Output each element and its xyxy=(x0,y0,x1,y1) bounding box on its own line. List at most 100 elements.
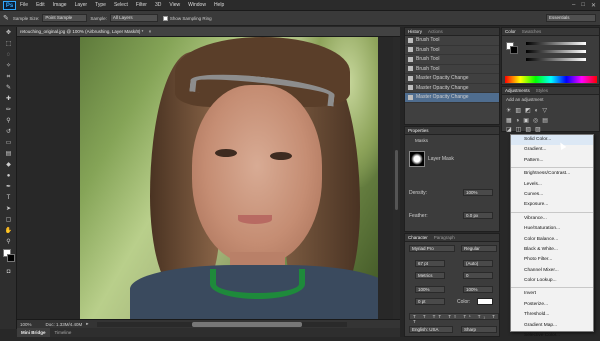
antialias-dropdown[interactable]: Sharp xyxy=(461,326,497,333)
adjustment-icons-row-1[interactable]: ☀▥◩◐▽ xyxy=(506,107,551,114)
feather-field[interactable]: 0.0 px xyxy=(463,212,493,219)
hand-tool-icon[interactable]: ✋ xyxy=(2,226,15,236)
menu-3d[interactable]: 3D xyxy=(155,2,161,8)
tab-mini-bridge[interactable]: Mini Bridge xyxy=(17,328,50,337)
menu-item[interactable]: Exposure... xyxy=(511,200,593,210)
bg-color-chip[interactable] xyxy=(510,46,518,54)
menu-item[interactable]: Posterize... xyxy=(511,300,593,310)
tracking-field[interactable]: 0 xyxy=(463,272,493,279)
eyedropper-tool-icon[interactable]: ✎ xyxy=(2,83,15,93)
dodge-tool-icon[interactable]: ● xyxy=(2,171,15,181)
menu-item[interactable]: Photo Filter... xyxy=(511,255,593,265)
slider-track-1[interactable] xyxy=(526,42,586,45)
color-swatches[interactable] xyxy=(2,249,15,265)
history-row[interactable]: Master Opacity Change xyxy=(405,93,499,103)
menu-item[interactable]: Threshold... xyxy=(511,310,593,320)
sample-size-dropdown[interactable]: Point Sample xyxy=(42,14,88,22)
menu-type[interactable]: Type xyxy=(95,2,106,8)
history-row[interactable]: Master Opacity Change xyxy=(405,74,499,84)
menu-item[interactable]: Gradient Map... xyxy=(511,321,593,331)
density-field[interactable]: 100% xyxy=(463,189,493,196)
menu-image[interactable]: Image xyxy=(53,2,67,8)
path-select-tool-icon[interactable]: ➤ xyxy=(2,204,15,214)
maximize-icon[interactable]: □ xyxy=(581,2,585,8)
menu-item[interactable]: Channel Mixer... xyxy=(511,266,593,276)
menu-item[interactable]: Curves... xyxy=(511,190,593,200)
show-ring-checkbox[interactable] xyxy=(162,15,168,21)
doc-size[interactable]: Doc: 1.33M/4.40M xyxy=(46,322,83,327)
zoom-level[interactable]: 100% xyxy=(20,322,32,327)
menu-item[interactable]: Gradient... xyxy=(511,145,593,155)
clone-stamp-tool-icon[interactable]: ⚲ xyxy=(2,116,15,126)
tab-history[interactable]: History xyxy=(405,28,425,36)
history-brush-tool-icon[interactable]: ↺ xyxy=(2,127,15,137)
slider-track-2[interactable] xyxy=(526,50,586,53)
baseline-field[interactable]: 0 pt xyxy=(415,298,445,305)
menu-view[interactable]: View xyxy=(169,2,180,8)
menu-item[interactable]: Color Balance... xyxy=(511,235,593,245)
menu-select[interactable]: Select xyxy=(114,2,128,8)
move-tool-icon[interactable]: ✥ xyxy=(2,28,15,38)
workspace-dropdown[interactable]: Essentials xyxy=(546,14,596,22)
adjustment-icons-row-3[interactable]: ◪◫▧▨ xyxy=(506,126,545,133)
menu-item[interactable]: Brightness/Contrast... xyxy=(511,169,593,179)
menu-item[interactable]: Pattern... xyxy=(511,156,593,166)
sample-dropdown[interactable]: All Layers xyxy=(109,14,158,22)
status-arrow-icon[interactable]: ▸ xyxy=(86,321,88,327)
minimize-icon[interactable]: – xyxy=(572,2,575,8)
lasso-tool-icon[interactable]: ◌ xyxy=(2,50,15,60)
history-row[interactable]: Brush Tool xyxy=(405,55,499,65)
tab-actions[interactable]: Actions xyxy=(425,28,446,36)
shape-tool-icon[interactable]: ▢ xyxy=(2,215,15,225)
menu-item[interactable]: Color Lookup... xyxy=(511,276,593,286)
document-tab[interactable]: retouching_original.jpg @ 100% (Airbrush… xyxy=(17,27,400,37)
horizontal-scrollbar[interactable] xyxy=(96,321,347,327)
canvas-area[interactable] xyxy=(17,37,400,319)
tab-paragraph[interactable]: Paragraph xyxy=(431,234,458,242)
slider-track-3[interactable] xyxy=(526,58,586,61)
close-icon[interactable]: ✕ xyxy=(591,2,596,9)
quick-mask-icon[interactable]: ◘ xyxy=(2,267,15,277)
close-tab-icon[interactable]: × xyxy=(149,29,152,34)
horizontal-scale-field[interactable]: 100% xyxy=(463,286,493,293)
type-tool-icon[interactable]: T xyxy=(2,193,15,203)
history-row[interactable]: Brush Tool xyxy=(405,36,499,46)
menu-item[interactable]: Selective Color... xyxy=(511,331,593,341)
vertical-scale-field[interactable]: 100% xyxy=(415,286,445,293)
leading-field[interactable]: (Auto) xyxy=(463,260,493,267)
color-ramp[interactable] xyxy=(505,76,597,83)
kerning-field[interactable]: Metrics xyxy=(415,272,445,279)
menu-item[interactable]: Solid Color... xyxy=(511,135,593,146)
marquee-tool-icon[interactable]: ⬚ xyxy=(2,39,15,49)
type-style-buttons[interactable]: T T TT Tт T¹ T₁ T T xyxy=(409,313,499,324)
photo-canvas[interactable] xyxy=(80,37,378,319)
text-color-swatch[interactable] xyxy=(477,298,493,305)
history-row[interactable]: Brush Tool xyxy=(405,65,499,74)
menu-filter[interactable]: Filter xyxy=(136,2,147,8)
zoom-tool-icon[interactable]: ⚲ xyxy=(2,237,15,247)
blur-tool-icon[interactable]: ◆ xyxy=(2,160,15,170)
crop-tool-icon[interactable]: ⌗ xyxy=(2,72,15,82)
menu-item[interactable]: Invert xyxy=(511,289,593,299)
horizontal-scroll-thumb[interactable] xyxy=(191,321,302,327)
menu-item[interactable]: Hue/Saturation... xyxy=(511,224,593,234)
font-style-dropdown[interactable]: Regular xyxy=(461,245,497,252)
tab-swatches[interactable]: Swatches xyxy=(519,28,545,36)
tab-color[interactable]: Color xyxy=(502,28,519,36)
scrollbar-thumb[interactable] xyxy=(395,150,398,210)
menu-help[interactable]: Help xyxy=(214,2,224,8)
healing-brush-tool-icon[interactable]: ✚ xyxy=(2,94,15,104)
menu-layer[interactable]: Layer xyxy=(75,2,88,8)
quick-select-tool-icon[interactable]: ✧ xyxy=(2,61,15,71)
tab-timeline[interactable]: Timeline xyxy=(55,330,72,335)
eyedropper-icon[interactable]: ✎ xyxy=(3,14,9,22)
font-size-field[interactable]: 67 pt xyxy=(415,260,445,267)
tab-adjustments[interactable]: Adjustments xyxy=(502,87,533,95)
tab-character[interactable]: Character xyxy=(405,234,431,242)
menu-item[interactable]: Levels... xyxy=(511,180,593,190)
menu-file[interactable]: File xyxy=(20,2,28,8)
menu-item[interactable]: Vibrance... xyxy=(511,214,593,224)
pen-tool-icon[interactable]: ✒ xyxy=(2,182,15,192)
history-row[interactable]: Brush Tool xyxy=(405,46,499,55)
language-dropdown[interactable]: English: USA xyxy=(409,326,453,333)
